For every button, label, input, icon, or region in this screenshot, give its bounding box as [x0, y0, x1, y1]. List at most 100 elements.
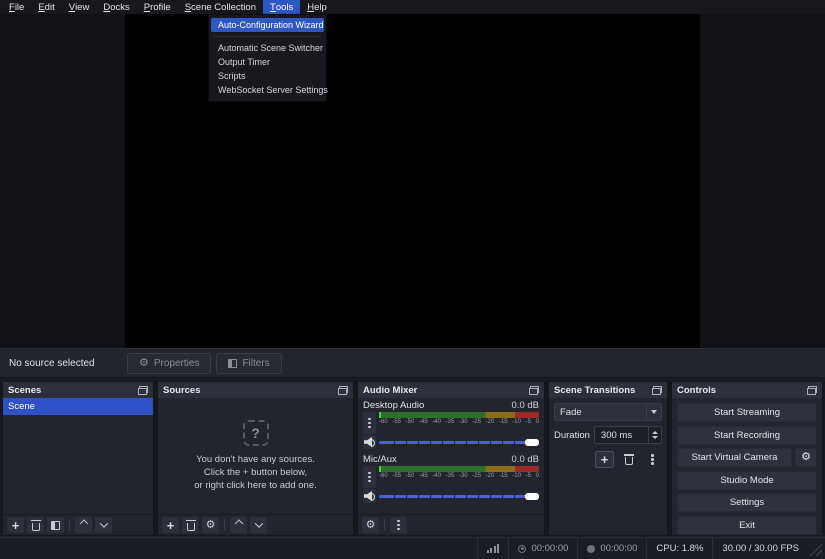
menu-file[interactable]: File — [2, 0, 31, 14]
menu-profile[interactable]: Profile — [137, 0, 178, 14]
stream-timer: 00:00:00 — [508, 538, 577, 559]
menu-item-scripts[interactable]: Scripts — [211, 69, 324, 83]
advanced-audio-icon: ⚙ — [365, 518, 376, 531]
speaker-icon — [364, 491, 375, 501]
scene-move-up-button[interactable] — [75, 517, 92, 533]
menu-help[interactable]: Help — [300, 0, 334, 14]
sources-panel-header[interactable]: Sources — [158, 382, 353, 398]
menu-view[interactable]: View — [62, 0, 97, 14]
kebab-menu-icon — [651, 458, 654, 461]
transition-menu-button[interactable] — [643, 451, 662, 468]
scenes-toolbar: + — [3, 514, 153, 535]
chevron-down-icon — [651, 410, 657, 414]
scene-move-down-button[interactable] — [95, 517, 112, 533]
virtual-camera-settings-button[interactable]: ⚙ — [795, 448, 817, 467]
plus-icon: + — [600, 452, 609, 467]
volume-slider[interactable] — [379, 492, 539, 501]
scene-transitions-panel: Scene Transitions Fade Duration 300 ms + — [548, 381, 668, 536]
source-move-up-button[interactable] — [230, 517, 247, 533]
settings-button[interactable]: Settings — [677, 493, 817, 512]
menu-docks[interactable]: Docks — [96, 0, 136, 14]
controls-panel: Controls Start Streaming Start Recording… — [671, 381, 823, 536]
add-transition-button[interactable]: + — [595, 451, 614, 468]
scene-list-item[interactable]: Scene — [3, 398, 153, 415]
resize-grip[interactable] — [808, 542, 822, 556]
source-status-label: No source selected — [9, 357, 95, 369]
remove-scene-button[interactable] — [27, 517, 44, 533]
filter-icon — [51, 520, 60, 530]
duration-spinbox[interactable]: 300 ms — [593, 426, 662, 444]
popout-icon[interactable] — [807, 385, 817, 395]
stream-status-icon — [518, 544, 527, 553]
popout-icon[interactable] — [529, 385, 539, 395]
transition-select[interactable]: Fade — [554, 403, 662, 421]
mixer-channel-mic-aux: Mic/Aux 0.0 dB -60 -55 -50 -45 -40 -35 -30 -25-… — [358, 452, 544, 503]
volume-slider-handle[interactable] — [525, 492, 539, 500]
source-context-toolbar: No source selected ⚙ Properties Filters — [0, 348, 825, 379]
scenes-panel: Scenes Scene + — [2, 381, 154, 536]
audio-mixer-panel-header[interactable]: Audio Mixer — [358, 382, 544, 398]
preview-area — [0, 14, 825, 348]
add-source-button[interactable]: + — [162, 517, 179, 533]
scene-transitions-panel-header[interactable]: Scene Transitions — [549, 382, 667, 398]
scene-list: Scene — [3, 398, 153, 514]
menu-item-auto-configuration-wizard[interactable]: Auto-Configuration Wizard — [211, 18, 324, 32]
start-streaming-button[interactable]: Start Streaming — [677, 403, 817, 422]
meter-tick-labels: -60 -55 -50 -45 -40 -35 -30 -25 -20 -15 -10 -5 0 — [379, 473, 539, 479]
channel-level-db: 0.0 dB — [511, 454, 539, 465]
mute-button[interactable] — [363, 435, 376, 449]
menu-edit[interactable]: Edit — [31, 0, 61, 14]
signal-bars-icon — [486, 544, 500, 553]
source-properties-button[interactable]: ⚙ — [202, 517, 219, 533]
studio-mode-button[interactable]: Studio Mode — [677, 470, 817, 490]
tools-menu-popup: Auto-Configuration Wizard Automatic Scen… — [208, 14, 328, 102]
controls-panel-header[interactable]: Controls — [672, 382, 822, 398]
mixer-body: Desktop Audio 0.0 dB -60 -55 -50 -45 -40 -35-… — [358, 398, 544, 514]
spin-down-icon[interactable] — [652, 436, 658, 439]
scene-filters-button[interactable] — [47, 517, 64, 533]
record-timer: 00:00:00 — [577, 538, 646, 559]
audio-mixer-toolbar: ⚙ — [358, 514, 544, 535]
toolbar-divider — [224, 519, 225, 531]
toolbar-divider — [384, 519, 385, 531]
chevron-up-icon — [234, 519, 243, 528]
properties-button[interactable]: ⚙ Properties — [127, 352, 212, 374]
source-move-down-button[interactable] — [250, 517, 267, 533]
remove-source-button[interactable] — [182, 517, 199, 533]
menu-scene-collection[interactable]: Scene Collection — [178, 0, 263, 14]
scenes-panel-header[interactable]: Scenes — [3, 382, 153, 398]
menu-item-automatic-scene-switcher[interactable]: Automatic Scene Switcher — [211, 41, 324, 55]
channel-name: Mic/Aux — [363, 454, 397, 465]
record-status-icon — [587, 544, 596, 553]
spin-up-icon[interactable] — [652, 431, 658, 434]
volume-slider-handle[interactable] — [525, 438, 539, 446]
menu-item-output-timer[interactable]: Output Timer — [211, 55, 324, 69]
popout-icon[interactable] — [652, 385, 662, 395]
trash-icon — [185, 519, 196, 531]
start-virtual-camera-button[interactable]: Start Virtual Camera — [677, 448, 792, 467]
filters-button[interactable]: Filters — [216, 352, 282, 374]
mixer-menu-button[interactable] — [390, 517, 407, 533]
volume-meter — [379, 412, 539, 418]
sources-empty-text: You don't have any sources. Click the + … — [194, 454, 317, 491]
exit-button[interactable]: Exit — [677, 515, 817, 535]
sources-empty-state[interactable]: ? You don't have any sources. Click the … — [158, 398, 353, 514]
trash-icon — [623, 454, 634, 465]
gear-icon: ⚙ — [205, 518, 216, 531]
popout-icon[interactable] — [338, 385, 348, 395]
advanced-audio-properties-button[interactable]: ⚙ — [362, 517, 379, 533]
popout-icon[interactable] — [138, 385, 148, 395]
status-bar: 00:00:00 00:00:00 CPU: 1.8% 30.00 / 30.0… — [0, 537, 825, 559]
mute-button[interactable] — [363, 489, 376, 503]
menu-tools[interactable]: Tools — [263, 0, 301, 14]
plus-icon: + — [166, 517, 175, 533]
channel-menu-button[interactable] — [363, 412, 376, 434]
volume-slider[interactable] — [379, 438, 539, 447]
add-scene-button[interactable]: + — [7, 517, 24, 533]
remove-transition-button[interactable] — [619, 451, 638, 468]
filter-icon — [228, 358, 238, 368]
menu-item-websocket-server-settings[interactable]: WebSocket Server Settings — [211, 83, 328, 97]
trash-icon — [30, 519, 41, 531]
channel-menu-button[interactable] — [363, 466, 376, 488]
start-recording-button[interactable]: Start Recording — [677, 425, 817, 445]
